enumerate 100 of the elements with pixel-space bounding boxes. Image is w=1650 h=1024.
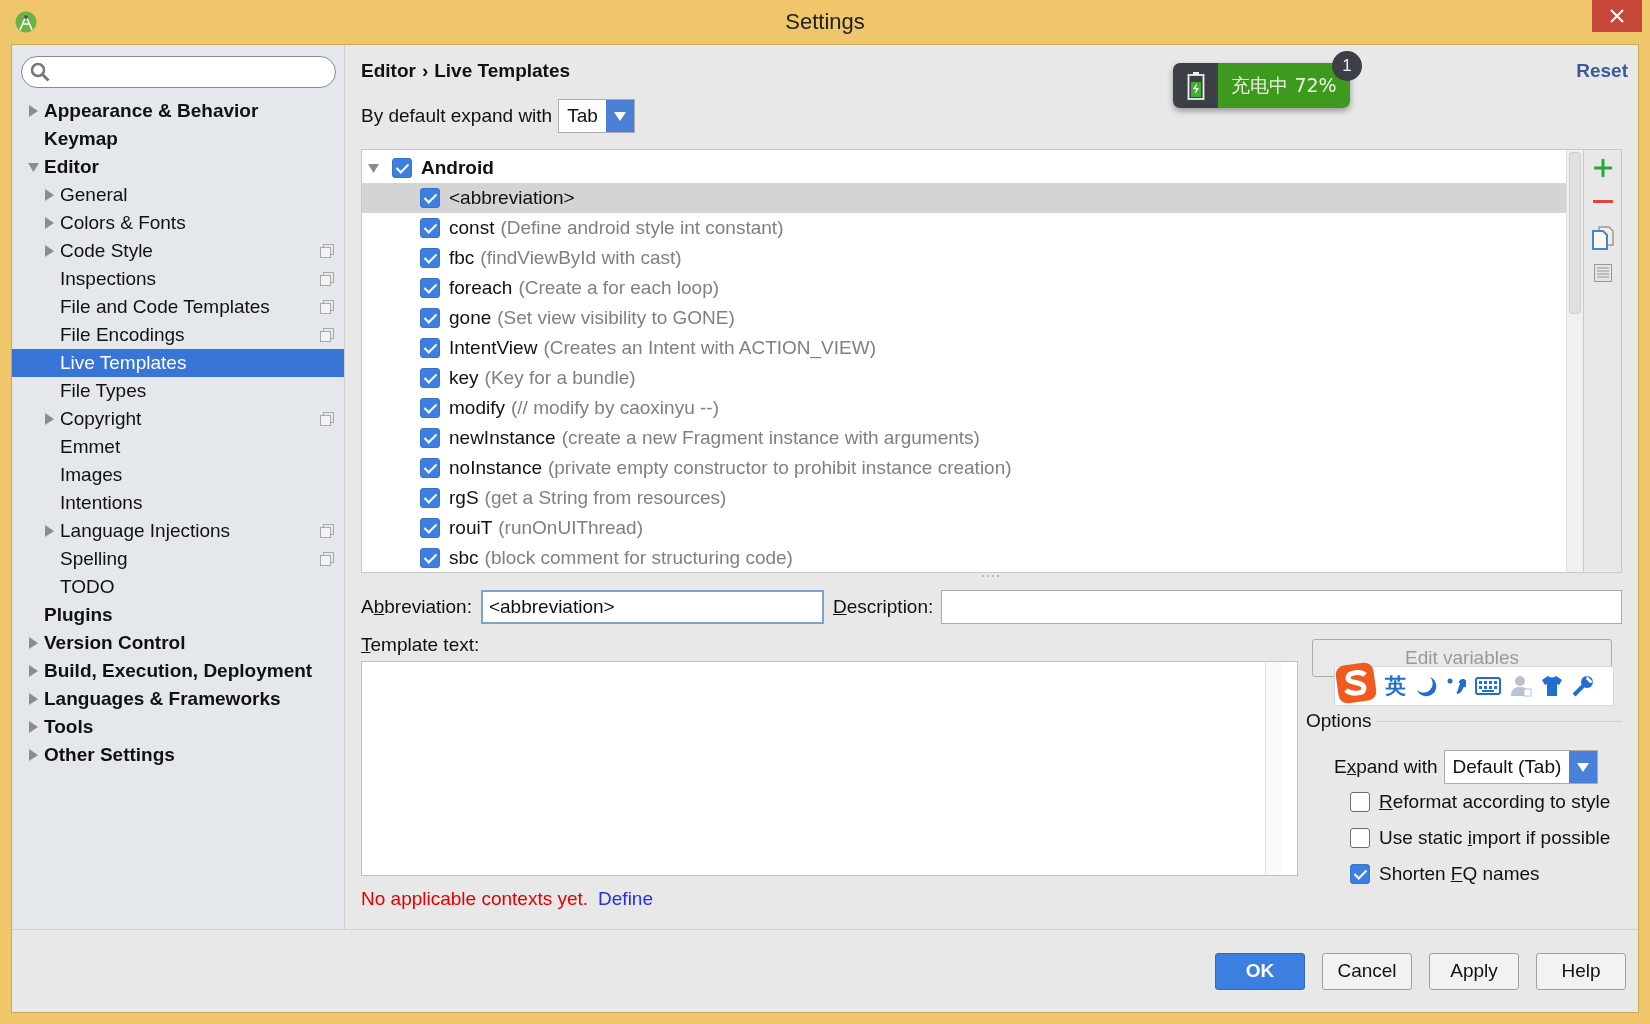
- sidebar-item[interactable]: Intentions: [12, 489, 344, 517]
- sidebar-item[interactable]: TODO: [12, 573, 344, 601]
- search-field[interactable]: [21, 56, 336, 88]
- sidebar-item[interactable]: Editor: [12, 153, 344, 181]
- sidebar-item[interactable]: File Types: [12, 377, 344, 405]
- checkbox[interactable]: [420, 488, 440, 508]
- template-row[interactable]: fbc (findViewById with cast): [362, 243, 1566, 273]
- checkbox[interactable]: [1350, 864, 1370, 884]
- sidebar-item[interactable]: Version Control: [12, 629, 344, 657]
- sidebar-item[interactable]: Language Injections: [12, 517, 344, 545]
- sidebar-item[interactable]: Plugins: [12, 601, 344, 629]
- sidebar-item[interactable]: Live Templates: [12, 349, 344, 377]
- collapse-arrow-icon[interactable]: [44, 189, 55, 201]
- sidebar-item[interactable]: Appearance & Behavior: [12, 97, 344, 125]
- collapse-arrow-icon[interactable]: [44, 217, 55, 229]
- checkbox-label[interactable]: Reformat according to style: [1379, 791, 1611, 813]
- template-row[interactable]: noInstance (private empty constructor to prohibit instance creation): [362, 453, 1566, 483]
- sidebar-item[interactable]: Tools: [12, 713, 344, 741]
- checkbox[interactable]: [420, 188, 440, 208]
- checkbox[interactable]: [420, 308, 440, 328]
- shirt-icon[interactable]: [1541, 675, 1563, 697]
- collapse-arrow-icon[interactable]: [28, 721, 39, 733]
- expand-arrow-icon[interactable]: [368, 162, 379, 174]
- template-abbreviation: newInstance: [449, 427, 556, 449]
- sidebar-item[interactable]: Inspections: [12, 265, 344, 293]
- checkbox-label[interactable]: Shorten FQ names: [1379, 863, 1540, 885]
- dialog-button[interactable]: Apply: [1429, 952, 1519, 990]
- template-row[interactable]: gone (Set view visibility to GONE): [362, 303, 1566, 333]
- checkbox[interactable]: [420, 458, 440, 478]
- close-button[interactable]: [1592, 0, 1642, 32]
- sidebar-item[interactable]: Spelling: [12, 545, 344, 573]
- collapse-arrow-icon[interactable]: [28, 637, 39, 649]
- template-row[interactable]: foreach (Create a for each loop): [362, 273, 1566, 303]
- checkbox[interactable]: [420, 248, 440, 268]
- expand-with-dropdown[interactable]: Default (Tab): [1443, 750, 1599, 784]
- sidebar-item[interactable]: Build, Execution, Deployment: [12, 657, 344, 685]
- collapse-arrow-icon[interactable]: [44, 525, 55, 537]
- sidebar-item[interactable]: Copyright: [12, 405, 344, 433]
- description-field[interactable]: [941, 590, 1622, 624]
- checkbox[interactable]: [1350, 828, 1370, 848]
- checkbox[interactable]: [420, 398, 440, 418]
- template-description: (private empty constructor to prohibit instance creation): [547, 457, 1012, 479]
- template-row[interactable]: rouiT (runOnUIThread): [362, 513, 1566, 543]
- sidebar-item[interactable]: Colors & Fonts: [12, 209, 344, 237]
- template-text-field[interactable]: [361, 661, 1298, 876]
- template-row[interactable]: newInstance (create a new Fragment instance with arguments): [362, 423, 1566, 453]
- expand-dropdown[interactable]: Tab: [558, 99, 635, 133]
- template-row[interactable]: IntentView (Creates an Intent with ACTION_VIEW): [362, 333, 1566, 363]
- collapse-arrow-icon[interactable]: [28, 665, 39, 677]
- keyboard-icon[interactable]: [1475, 677, 1501, 695]
- expand-arrow-icon[interactable]: [28, 161, 39, 173]
- wrench-icon[interactable]: [1572, 675, 1594, 697]
- sidebar-item[interactable]: Images: [12, 461, 344, 489]
- copy-icon[interactable]: [1591, 226, 1614, 250]
- ime-logo-icon[interactable]: [1334, 661, 1378, 705]
- contexts-message: No applicable contexts yet.: [361, 888, 589, 910]
- template-row[interactable]: <abbreviation>: [362, 183, 1566, 213]
- checkbox[interactable]: [1350, 792, 1370, 812]
- checkbox[interactable]: [392, 158, 412, 178]
- sidebar-item[interactable]: Other Settings: [12, 741, 344, 769]
- collapse-arrow-icon[interactable]: [28, 693, 39, 705]
- dialog-button[interactable]: Help: [1536, 952, 1626, 990]
- sidebar-item[interactable]: Code Style: [12, 237, 344, 265]
- checkbox[interactable]: [420, 368, 440, 388]
- template-row[interactable]: const (Define android style int constant): [362, 213, 1566, 243]
- breadcrumb-separator: ›: [421, 60, 429, 82]
- moon-icon[interactable]: [1415, 675, 1437, 697]
- scrollbar[interactable]: [1566, 150, 1583, 572]
- template-row[interactable]: rgS (get a String from resources): [362, 483, 1566, 513]
- sidebar-item[interactable]: Keymap: [12, 125, 344, 153]
- dropdown-arrow-icon: [613, 111, 626, 121]
- checkbox[interactable]: [420, 338, 440, 358]
- reset-link[interactable]: Reset: [1576, 60, 1628, 82]
- checkbox-label[interactable]: Use static import if possible: [1379, 827, 1611, 849]
- sidebar-item[interactable]: Emmet: [12, 433, 344, 461]
- sidebar-item[interactable]: General: [12, 181, 344, 209]
- checkbox[interactable]: [420, 518, 440, 538]
- add-icon[interactable]: [1592, 158, 1613, 178]
- template-row[interactable]: key (Key for a bundle): [362, 363, 1566, 393]
- collapse-arrow-icon[interactable]: [28, 749, 39, 761]
- sidebar-item[interactable]: File and Code Templates: [12, 293, 344, 321]
- abbreviation-field[interactable]: <abbreviation>: [480, 590, 824, 624]
- checkbox[interactable]: [420, 428, 440, 448]
- dialog-button[interactable]: Cancel: [1322, 952, 1412, 990]
- sidebar-item[interactable]: Languages & Frameworks: [12, 685, 344, 713]
- checkbox[interactable]: [420, 278, 440, 298]
- sidebar-item[interactable]: File Encodings: [12, 321, 344, 349]
- template-abbreviation: foreach: [449, 277, 513, 299]
- collapse-arrow-icon[interactable]: [44, 245, 55, 257]
- collapse-arrow-icon[interactable]: [44, 413, 55, 425]
- remove-icon[interactable]: [1592, 200, 1613, 204]
- template-row[interactable]: sbc (block comment for structuring code): [362, 543, 1566, 573]
- template-row[interactable]: modify (// modify by caoxinyu --): [362, 393, 1566, 423]
- collapse-arrow-icon[interactable]: [28, 105, 39, 117]
- checkbox[interactable]: [420, 218, 440, 238]
- checkbox[interactable]: [420, 548, 440, 568]
- template-abbreviation: modify: [449, 397, 505, 419]
- dialog-button[interactable]: OK: [1215, 952, 1305, 990]
- define-link[interactable]: Define: [598, 888, 653, 910]
- document-icon[interactable]: [1593, 264, 1612, 282]
